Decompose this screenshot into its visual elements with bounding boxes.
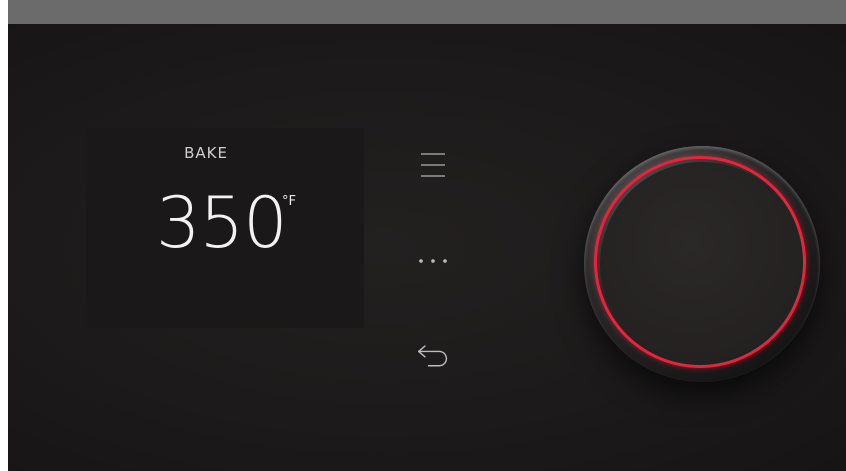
menu-icon: [421, 153, 445, 177]
more-options-icon: [419, 259, 447, 263]
control-knob[interactable]: [584, 146, 820, 382]
oven-display[interactable]: BAKE 350 °F: [86, 128, 364, 328]
cooking-mode-label: BAKE: [184, 144, 228, 162]
temperature-unit: °F: [282, 194, 296, 209]
top-bar: [8, 0, 846, 24]
screen-frame: BAKE 350 °F: [0, 0, 846, 471]
back-button[interactable]: [416, 338, 450, 372]
back-arrow-icon: [417, 345, 448, 367]
more-options-button[interactable]: [416, 244, 450, 278]
temperature-value: 350: [156, 182, 288, 264]
knob-accent-ring: [594, 156, 806, 368]
menu-button[interactable]: [416, 148, 450, 182]
